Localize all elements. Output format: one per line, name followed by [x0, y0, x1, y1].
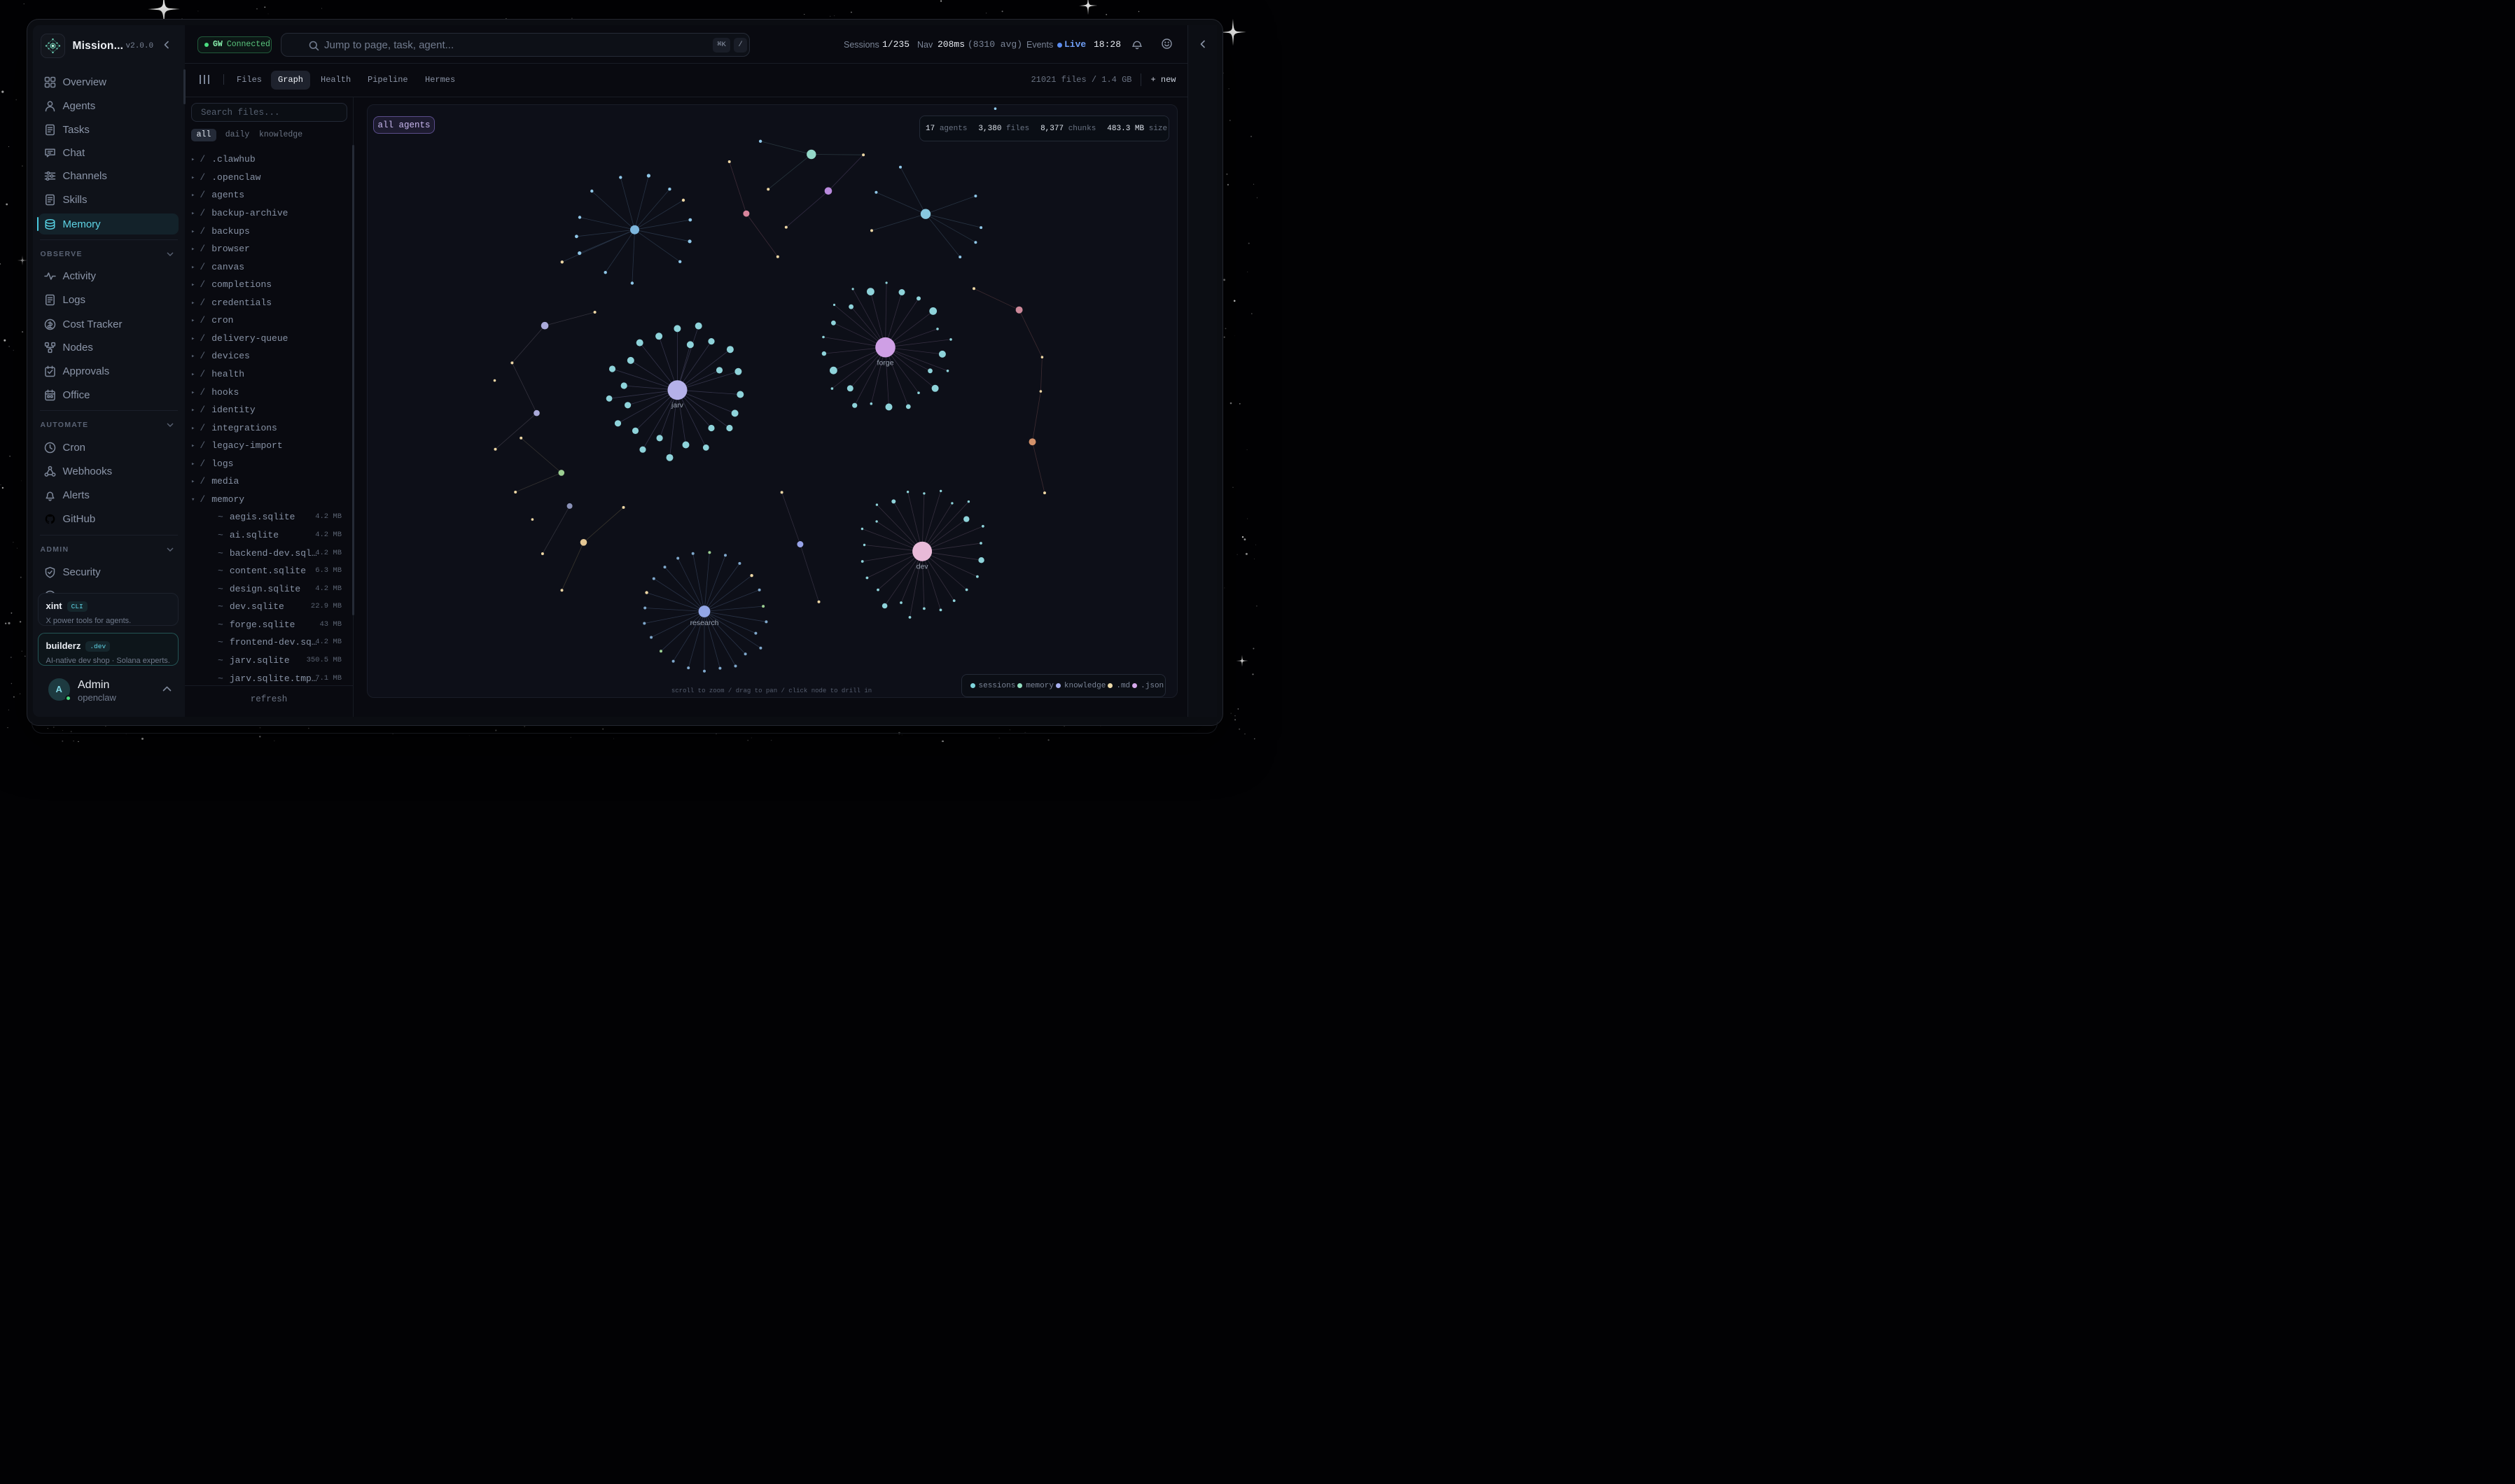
svg-text:dev: dev [916, 562, 928, 570]
svg-text:forge: forge [877, 358, 893, 367]
svg-text:research: research [690, 619, 718, 627]
svg-text:jarv: jarv [671, 401, 684, 410]
